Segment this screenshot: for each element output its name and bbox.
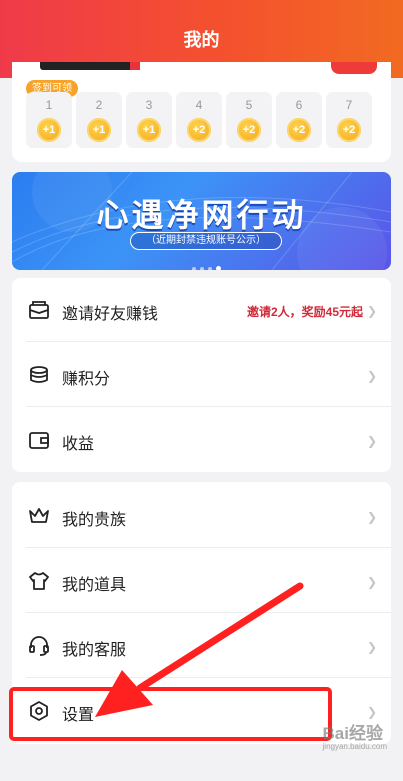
coin-icon: +2 xyxy=(337,118,361,142)
signin-day[interactable]: 6 +2 xyxy=(276,92,322,148)
menu-item-label: 邀请好友赚钱 xyxy=(62,306,159,323)
menu-item-invite[interactable]: 邀请好友赚钱 邀请2人，奖励45元起 ❯ xyxy=(12,278,391,342)
menu-item-label: 我的客服 xyxy=(62,642,127,659)
tshirt-icon xyxy=(29,572,49,590)
menu-group-account: 我的贵族 ❯ 我的道具 ❯ 我的客服 ❯ 设置 ❯ xyxy=(12,482,391,744)
menu-item-label: 我的贵族 xyxy=(62,512,127,529)
chevron-right-icon: ❯ xyxy=(366,434,377,448)
promo-banner[interactable]: 心遇净网行动 （近期封禁违规账号公示） xyxy=(12,172,391,270)
wallet-icon xyxy=(29,432,49,449)
signin-day[interactable]: 5 +2 xyxy=(226,92,272,148)
menu-item-earn-points[interactable]: 赚积分 ❯ xyxy=(12,343,391,407)
menu-group-earnings: 邀请好友赚钱 邀请2人，奖励45元起 ❯ 赚积分 ❯ 收益 ❯ xyxy=(12,278,391,472)
signin-days: 1 +1 2 +1 3 +1 4 +2 5 +2 6 +2 7 +2 xyxy=(26,92,377,150)
signin-title-accent xyxy=(130,62,140,70)
menu-item-label: 我的道具 xyxy=(62,577,127,594)
signin-day[interactable]: 7 +2 xyxy=(326,92,372,148)
coin-icon: +1 xyxy=(87,118,111,142)
banner-subtitle: （近期封禁违规账号公示） xyxy=(130,232,282,250)
watermark-subtext: jingyan.baidu.com xyxy=(322,742,387,751)
menu-item-label: 赚积分 xyxy=(62,371,111,388)
watermark: Bai经验 jingyan.baidu.com xyxy=(323,719,387,751)
coin-icon: +1 xyxy=(37,118,61,142)
divider xyxy=(26,677,391,678)
crown-icon xyxy=(29,508,49,523)
menu-item-customer-service[interactable]: 我的客服 ❯ xyxy=(12,614,391,678)
signin-day[interactable]: 4 +2 xyxy=(176,92,222,148)
coin-icon: +1 xyxy=(137,118,161,142)
invite-reward-text: 邀请2人，奖励45元起 xyxy=(246,305,363,319)
day-number: 4 xyxy=(195,98,203,112)
chevron-right-icon: ❯ xyxy=(366,369,377,383)
coins-icon xyxy=(30,366,48,383)
envelope-icon xyxy=(29,301,49,319)
day-number: 2 xyxy=(95,98,103,112)
signin-card: 签到可领 1 +1 2 +1 3 +1 4 +2 5 +2 6 +2 7 +2 xyxy=(12,62,391,162)
chevron-right-icon: ❯ xyxy=(366,640,377,654)
day-number: 6 xyxy=(295,98,303,112)
watermark-text: Bai经验 xyxy=(322,724,383,743)
menu-item-props[interactable]: 我的道具 ❯ xyxy=(12,549,391,613)
menu-item-label: 设置 xyxy=(62,707,95,724)
signin-button-partial[interactable] xyxy=(331,62,377,74)
divider xyxy=(26,406,391,407)
divider xyxy=(26,547,391,548)
headset-icon xyxy=(29,636,49,656)
day-number: 3 xyxy=(145,98,153,112)
banner-pagination xyxy=(192,258,225,270)
pagination-dot[interactable] xyxy=(192,267,196,270)
signin-day[interactable]: 3 +1 xyxy=(126,92,172,148)
coin-icon: +2 xyxy=(287,118,311,142)
coin-icon: +2 xyxy=(187,118,211,142)
menu-item-label: 收益 xyxy=(62,436,95,453)
day-number: 1 xyxy=(45,98,53,112)
pagination-dot-active[interactable] xyxy=(216,266,221,270)
day-number: 7 xyxy=(345,98,353,112)
divider xyxy=(26,612,391,613)
day-number: 5 xyxy=(245,98,253,112)
chevron-right-icon: ❯ xyxy=(366,575,377,589)
menu-item-noble[interactable]: 我的贵族 ❯ xyxy=(12,484,391,548)
chevron-right-icon: ❯ xyxy=(366,304,377,318)
chevron-right-icon: ❯ xyxy=(366,705,377,719)
coin-icon: +2 xyxy=(237,118,261,142)
pagination-dot[interactable] xyxy=(208,267,212,270)
banner-headline: 心遇净网行动 xyxy=(96,197,307,233)
divider xyxy=(26,341,391,342)
signin-day[interactable]: 1 +1 xyxy=(26,92,72,148)
chevron-right-icon: ❯ xyxy=(366,510,377,524)
signin-day[interactable]: 2 +1 xyxy=(76,92,122,148)
signin-title-partial xyxy=(40,62,140,70)
pagination-dot[interactable] xyxy=(200,267,204,270)
hexagon-settings-icon xyxy=(30,701,48,721)
menu-item-earnings[interactable]: 收益 ❯ xyxy=(12,408,391,472)
page-title: 我的 xyxy=(183,30,220,50)
